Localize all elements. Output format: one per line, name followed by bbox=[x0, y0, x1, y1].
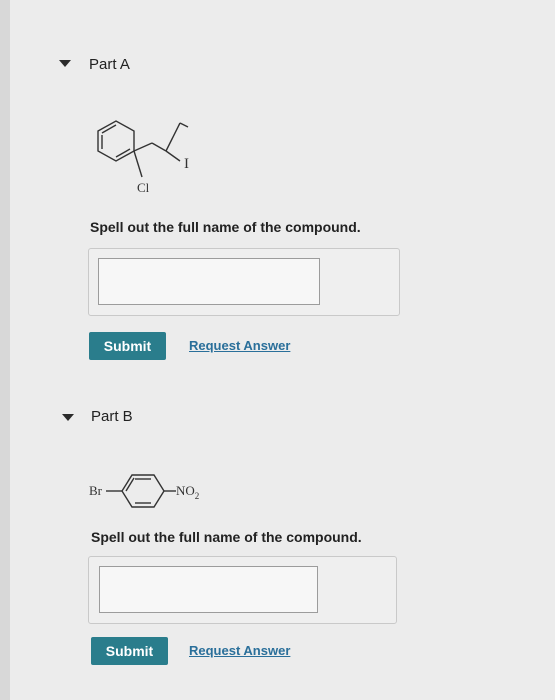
part-b-submit-button[interactable]: Submit bbox=[91, 637, 168, 665]
part-a-submit-button[interactable]: Submit bbox=[89, 332, 166, 360]
part-a-answer-input[interactable] bbox=[98, 258, 320, 305]
iodine-label: I bbox=[184, 156, 189, 172]
part-a-title: Part A bbox=[89, 56, 130, 73]
bromine-label: Br bbox=[89, 483, 103, 498]
window-left-edge bbox=[0, 0, 10, 700]
part-b-request-answer-link[interactable]: Request Answer bbox=[189, 643, 290, 658]
part-b-molecule-structure: Br NO2 bbox=[89, 474, 199, 508]
part-a-request-answer-link[interactable]: Request Answer bbox=[189, 338, 290, 353]
part-a-answer-container bbox=[88, 248, 400, 316]
collapse-triangle-icon[interactable] bbox=[59, 60, 71, 67]
benzene-ring bbox=[121, 474, 165, 508]
part-a-molecule-structure: I Cl bbox=[97, 120, 189, 195]
part-b-answer-input[interactable] bbox=[99, 566, 318, 613]
part-b-title: Part B bbox=[91, 408, 133, 425]
part-b-prompt: Spell out the full name of the compound. bbox=[91, 529, 362, 545]
part-a-prompt: Spell out the full name of the compound. bbox=[90, 219, 361, 235]
benzene-ring bbox=[97, 120, 135, 162]
nitro-group-label: NO2 bbox=[176, 483, 199, 501]
chlorine-label: Cl bbox=[137, 180, 150, 195]
part-b-answer-container bbox=[88, 556, 397, 624]
collapse-triangle-icon[interactable] bbox=[62, 414, 74, 421]
